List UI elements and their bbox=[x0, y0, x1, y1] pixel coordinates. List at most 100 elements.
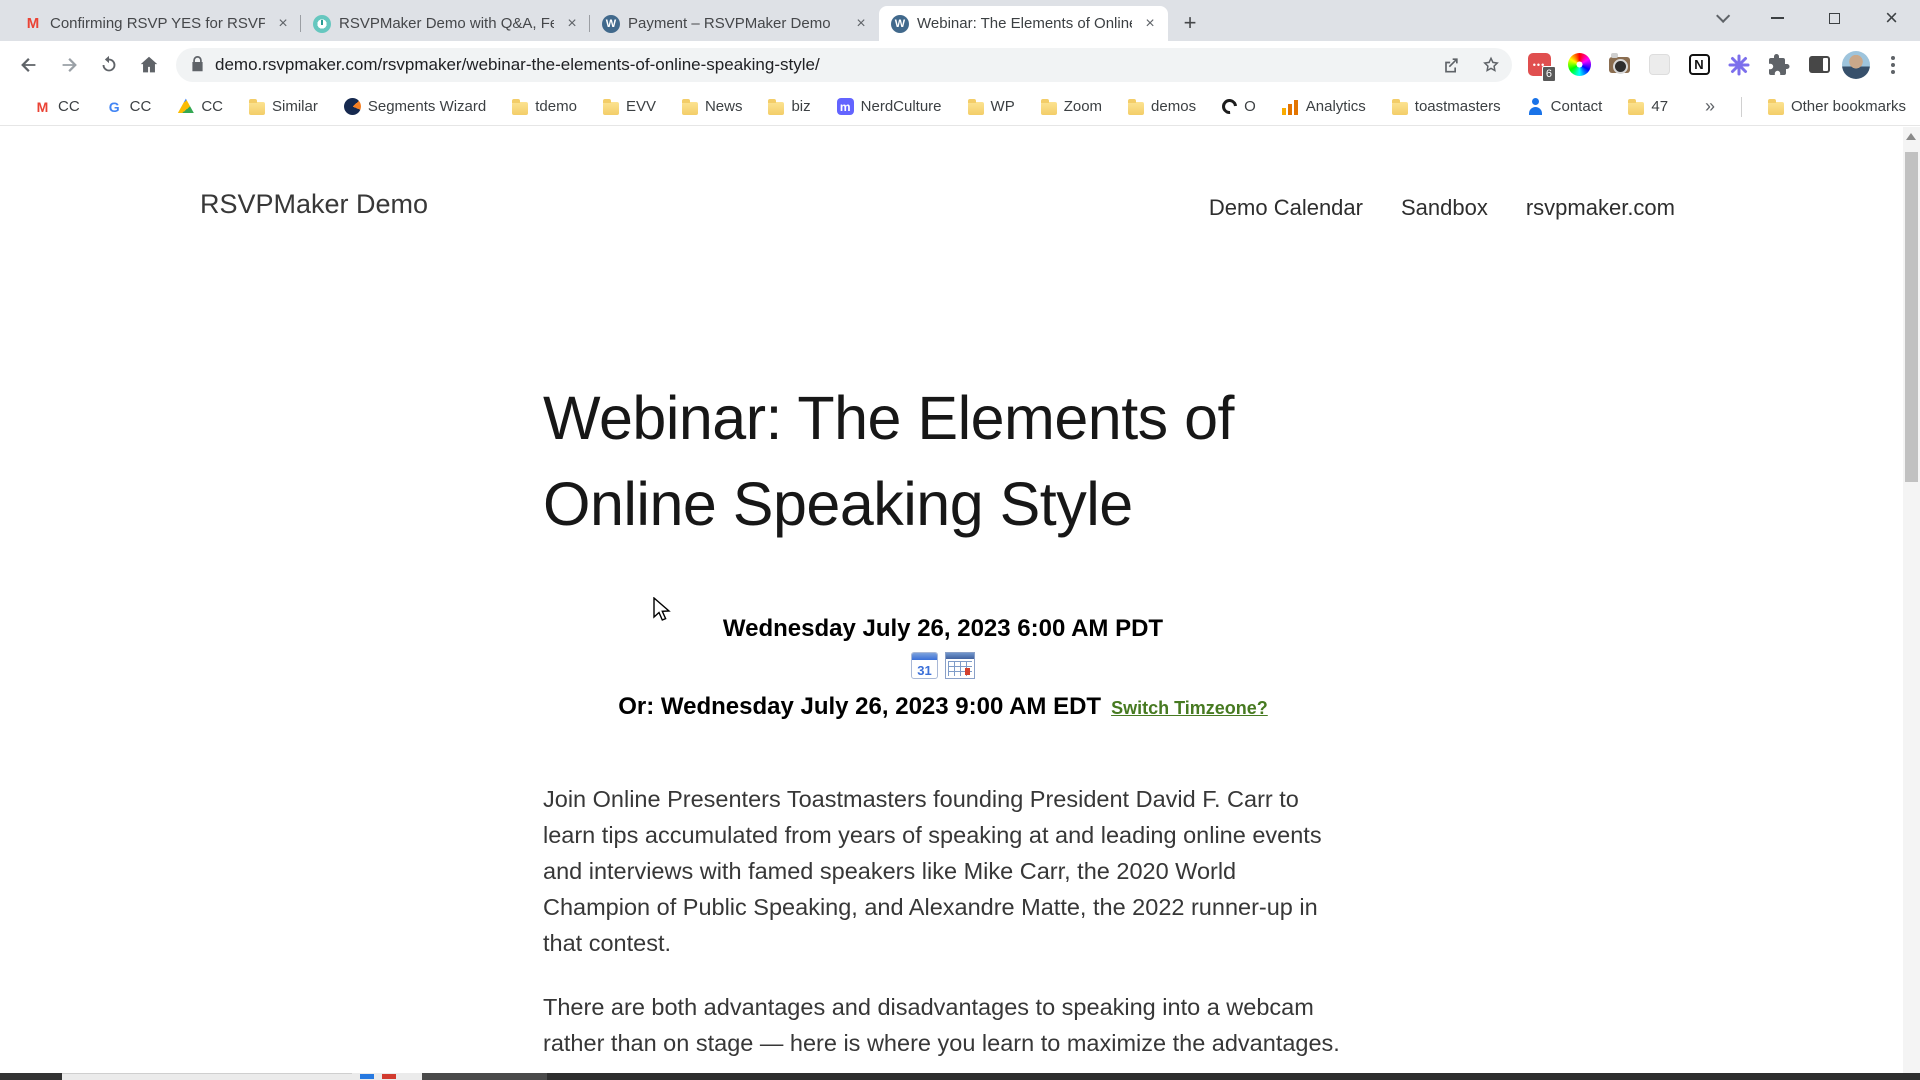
url-text[interactable]: demo.rsvpmaker.com/rsvpmaker/webinar-the… bbox=[215, 55, 1426, 75]
other-bookmarks-folder[interactable]: Other bookmarks bbox=[1767, 98, 1906, 115]
event-description: Join Online Presenters Toastmasters foun… bbox=[543, 781, 1343, 1061]
bookmark-icon bbox=[836, 98, 854, 115]
browser-tab[interactable]: Payment – RSVPMaker Demo bbox=[590, 6, 879, 41]
bookmark-item[interactable]: biz bbox=[768, 98, 811, 115]
bookmark-item[interactable]: O bbox=[1219, 95, 1256, 118]
bookmark-star-icon[interactable] bbox=[1476, 50, 1506, 80]
bookmark-item[interactable]: 47 bbox=[1628, 98, 1668, 115]
share-icon[interactable] bbox=[1436, 50, 1466, 80]
bookmark-icon bbox=[681, 98, 698, 115]
restore-button[interactable] bbox=[1806, 0, 1863, 36]
page-scrollbar[interactable] bbox=[1903, 127, 1920, 1073]
calendar-day-number: 31 bbox=[917, 663, 932, 678]
extensions-puzzle-icon[interactable] bbox=[1762, 48, 1796, 82]
site-navigation: Demo Calendar Sandbox rsvpmaker.com bbox=[1209, 195, 1675, 221]
page-title: Webinar: The Elements of Online Speaking… bbox=[543, 384, 1235, 538]
new-tab-button[interactable]: + bbox=[1176, 9, 1204, 37]
bookmark-label: WP bbox=[990, 98, 1015, 115]
taskbar-peek-strip bbox=[0, 1073, 1920, 1080]
bookmark-label: toastmasters bbox=[1414, 98, 1501, 115]
bookmark-icon bbox=[1128, 98, 1145, 115]
switch-timezone-link[interactable]: Switch Timzeone? bbox=[1111, 698, 1268, 718]
forward-icon[interactable] bbox=[52, 48, 86, 82]
extension-camera-icon[interactable] bbox=[1602, 48, 1636, 82]
extension-disabled-icon[interactable] bbox=[1642, 48, 1676, 82]
bookmark-item[interactable]: Contact bbox=[1527, 98, 1603, 115]
profile-avatar[interactable] bbox=[1842, 50, 1870, 79]
browser-menu-icon[interactable] bbox=[1876, 48, 1910, 82]
scrollbar-up-arrow[interactable] bbox=[1906, 133, 1916, 140]
bookmark-item[interactable]: Segments Wizard bbox=[343, 98, 487, 115]
bookmark-item[interactable]: Similar bbox=[249, 98, 318, 115]
bookmark-item[interactable]: WP bbox=[967, 98, 1015, 115]
home-icon[interactable] bbox=[132, 48, 166, 82]
bookmarks-overflow-chevron[interactable]: » bbox=[1705, 96, 1715, 117]
bookmark-label: O bbox=[1244, 98, 1256, 115]
tab-close-icon[interactable] bbox=[851, 14, 871, 34]
tab-close-icon[interactable] bbox=[273, 14, 293, 34]
back-icon[interactable] bbox=[12, 48, 46, 82]
bookmark-item[interactable]: EVV bbox=[602, 98, 656, 115]
bookmark-label: Zoom bbox=[1063, 98, 1103, 115]
side-panel-icon[interactable] bbox=[1802, 48, 1836, 82]
bookmark-item[interactable]: Analytics bbox=[1281, 98, 1366, 115]
tab-search-chevron-icon[interactable] bbox=[1692, 0, 1749, 36]
ical-calendar-icon[interactable] bbox=[945, 652, 975, 679]
extension-asterisk-icon[interactable] bbox=[1722, 48, 1756, 82]
bookmark-label: EVV bbox=[625, 98, 656, 115]
google-calendar-icon[interactable]: 31 bbox=[911, 652, 938, 679]
address-bar[interactable]: demo.rsvpmaker.com/rsvpmaker/webinar-the… bbox=[176, 47, 1512, 82]
bookmark-icon bbox=[249, 98, 266, 115]
bookmark-item[interactable]: CC bbox=[177, 98, 223, 115]
nav-link[interactable]: rsvpmaker.com bbox=[1526, 195, 1675, 221]
description-paragraph: There are both advantages and disadvanta… bbox=[543, 994, 1340, 1056]
event-article: Webinar: The Elements of Online Speaking… bbox=[543, 375, 1343, 1073]
bookmark-item[interactable]: CC bbox=[106, 98, 152, 115]
bookmark-item[interactable]: tdemo bbox=[512, 98, 577, 115]
bookmark-item[interactable]: NerdCulture bbox=[836, 98, 942, 115]
other-bookmarks-label: Other bookmarks bbox=[1790, 98, 1906, 115]
extension-rsvp-icon[interactable]: 6 bbox=[1522, 48, 1556, 82]
tab-close-icon[interactable] bbox=[562, 14, 582, 34]
extension-colorwheel-icon[interactable] bbox=[1562, 48, 1596, 82]
bookmark-item[interactable]: toastmasters bbox=[1391, 98, 1501, 115]
minimize-button[interactable] bbox=[1749, 0, 1806, 36]
bookmark-item[interactable]: News bbox=[681, 98, 742, 115]
extension-badge: 6 bbox=[1541, 65, 1556, 82]
reload-icon[interactable] bbox=[92, 48, 126, 82]
scrollbar-thumb[interactable] bbox=[1905, 152, 1918, 482]
event-datetime-alt: Or: Wednesday July 26, 2023 9:00 AM EDT S… bbox=[543, 693, 1343, 721]
close-button[interactable]: × bbox=[1863, 0, 1920, 36]
nav-link[interactable]: Demo Calendar bbox=[1209, 195, 1363, 221]
bookmark-label: tdemo bbox=[535, 98, 577, 115]
bookmark-label: 47 bbox=[1651, 98, 1669, 115]
tab-title: RSVPMaker Demo with Q&A, Fea bbox=[339, 15, 554, 32]
bookmark-icon bbox=[1281, 98, 1299, 115]
add-to-calendar-row: 31 bbox=[543, 652, 1343, 679]
bookmark-label: CC bbox=[201, 98, 224, 115]
alt-datetime-text: Or: Wednesday July 26, 2023 9:00 AM EDT bbox=[618, 693, 1102, 720]
bookmark-icon bbox=[1040, 98, 1057, 115]
site-title[interactable]: RSVPMaker Demo bbox=[200, 189, 428, 220]
bookmark-item[interactable]: demos bbox=[1128, 98, 1196, 115]
browser-tab[interactable]: Webinar: The Elements of Online bbox=[879, 6, 1168, 41]
bookmark-label: Contact bbox=[1550, 98, 1603, 115]
bookmark-icon bbox=[602, 98, 619, 115]
nav-link[interactable]: Sandbox bbox=[1401, 195, 1488, 221]
bookmark-item[interactable]: CC bbox=[34, 98, 80, 115]
tab-favicon bbox=[891, 14, 909, 33]
bookmark-label: Similar bbox=[272, 98, 318, 115]
bookmark-icon bbox=[967, 98, 984, 115]
bookmark-icon bbox=[1391, 98, 1408, 115]
bookmark-label: Segments Wizard bbox=[367, 98, 487, 115]
extension-notion-icon[interactable] bbox=[1682, 48, 1716, 82]
tab-close-icon[interactable] bbox=[1140, 14, 1160, 34]
tab-favicon bbox=[602, 14, 620, 33]
tab-favicon bbox=[313, 14, 331, 33]
padlock-icon[interactable] bbox=[190, 56, 205, 73]
bookmarks-bar: CC CC CC Similar Segments Wizard bbox=[0, 88, 1920, 126]
browser-tab[interactable]: RSVPMaker Demo with Q&A, Fea bbox=[301, 6, 590, 41]
webpage-viewport: RSVPMaker Demo Demo Calendar Sandbox rsv… bbox=[0, 127, 1903, 1073]
bookmark-item[interactable]: Zoom bbox=[1040, 98, 1103, 115]
browser-tab[interactable]: Confirming RSVP YES for RSVPM bbox=[12, 6, 301, 41]
